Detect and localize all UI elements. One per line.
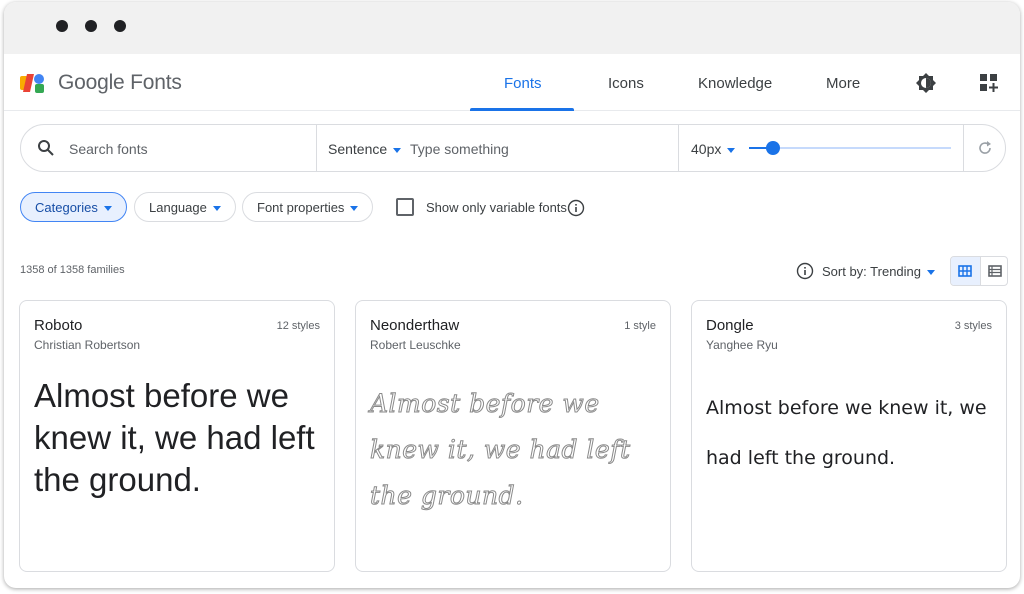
- search-icon: [38, 140, 54, 156]
- info-icon[interactable]: [567, 199, 585, 217]
- nav-fonts[interactable]: Fonts: [504, 75, 542, 92]
- font-sample-text: Almost before we knew it, we had left th…: [370, 389, 631, 511]
- font-card-roboto[interactable]: Roboto 12 styles Christian Robertson Alm…: [19, 300, 335, 572]
- nav-more[interactable]: More: [826, 75, 860, 92]
- google-fonts-logo-icon[interactable]: [20, 72, 46, 94]
- grid-view-button[interactable]: [951, 257, 980, 285]
- font-properties-filter[interactable]: Font properties: [242, 192, 374, 222]
- window-dot[interactable]: [114, 20, 126, 32]
- results-count: 1358 of 1358 families: [20, 264, 125, 276]
- font-name: Dongle: [706, 317, 754, 334]
- brightness-icon[interactable]: [915, 72, 937, 94]
- designer-name: Christian Robertson: [34, 338, 141, 352]
- info-icon[interactable]: [796, 262, 814, 280]
- apps-icon[interactable]: [978, 72, 1000, 94]
- window-dot[interactable]: [85, 20, 97, 32]
- top-navigation: Google Fonts Fonts Icons Knowledge More: [4, 54, 1020, 111]
- style-count: 3 styles: [954, 320, 992, 332]
- sort-select[interactable]: Sort by: Trending: [822, 264, 935, 279]
- brand-name[interactable]: Google Fonts: [58, 71, 182, 95]
- chevron-down-icon: [393, 147, 402, 153]
- style-count: 1 style: [624, 320, 656, 332]
- divider: [316, 125, 317, 171]
- font-card-dongle[interactable]: Dongle 3 styles Yanghee Ryu Almost befor…: [691, 300, 1007, 572]
- search-input[interactable]: Search fonts: [69, 141, 148, 157]
- divider: [678, 125, 679, 171]
- style-count: 12 styles: [276, 320, 320, 332]
- language-filter[interactable]: Language: [134, 192, 236, 222]
- categories-filter[interactable]: Categories: [20, 192, 127, 222]
- font-name: Roboto: [34, 317, 83, 334]
- chevron-down-icon: [103, 206, 112, 212]
- active-tab-indicator: [470, 108, 574, 111]
- list-icon: [988, 265, 1002, 277]
- variable-fonts-checkbox[interactable]: [396, 198, 414, 216]
- list-view-button[interactable]: [980, 257, 1007, 285]
- variable-fonts-label[interactable]: Show only variable fonts: [426, 200, 567, 215]
- window-titlebar: [4, 2, 1020, 54]
- view-toggle: [950, 256, 1008, 286]
- window-dot[interactable]: [56, 20, 68, 32]
- chevron-down-icon: [727, 147, 736, 153]
- font-sample-text: Almost before we knew it, we had left th…: [34, 377, 315, 498]
- chevron-down-icon: [350, 206, 359, 212]
- font-card-neonderthaw[interactable]: Neonderthaw 1 style Robert Leuschke Almo…: [355, 300, 671, 572]
- nav-knowledge[interactable]: Knowledge: [698, 75, 772, 92]
- preview-text-input[interactable]: Type something: [410, 141, 509, 157]
- designer-name: Yanghee Ryu: [706, 338, 778, 352]
- preview-mode-select[interactable]: Sentence: [328, 141, 402, 157]
- grid-icon: [958, 265, 972, 277]
- chevron-down-icon: [212, 206, 221, 212]
- font-size-select[interactable]: 40px: [691, 141, 736, 157]
- divider: [963, 125, 964, 171]
- browser-window: Google Fonts Fonts Icons Knowledge More …: [4, 2, 1020, 588]
- designer-name: Robert Leuschke: [370, 338, 461, 352]
- font-name: Neonderthaw: [370, 317, 460, 334]
- nav-icons[interactable]: Icons: [608, 75, 644, 92]
- reset-icon[interactable]: [976, 139, 994, 157]
- font-sample-text: Almost before we knew it, we had left th…: [706, 397, 987, 469]
- chevron-down-icon: [927, 270, 935, 276]
